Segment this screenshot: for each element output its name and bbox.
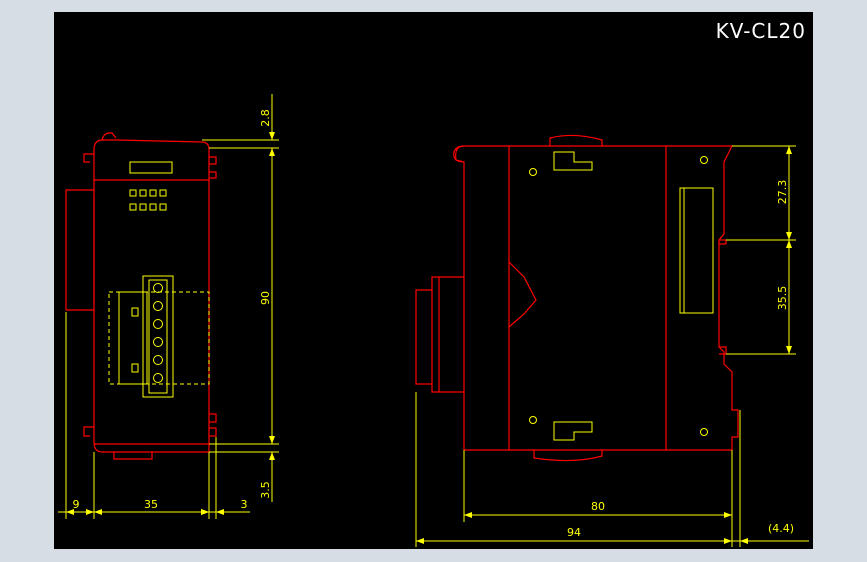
dim-height: 90: [259, 291, 272, 305]
side-view-bottom-foot: [113, 452, 153, 460]
side-view: 2.8 90 3.5 9 35 3: [58, 94, 279, 519]
front-view-horizontal-dimensions: 80 94 (4.4): [415, 392, 809, 547]
front-view-center-chevron: [508, 261, 537, 328]
side-view-right-tabs-top: [209, 156, 217, 179]
side-view-top-tab: [101, 132, 117, 141]
front-latch-bottom: [553, 421, 593, 441]
dim-left-offset: 9: [73, 498, 80, 511]
dim-rail-width: 35.5: [776, 286, 789, 311]
side-view-left-hook-bottom: [83, 426, 94, 437]
dim-top-offset: 2.8: [259, 109, 272, 127]
dim-width: 35: [144, 498, 158, 511]
dim-right-offset: 3: [241, 498, 248, 511]
front-view-connector: [415, 276, 464, 393]
front-view-top-notch: [549, 134, 603, 146]
front-view-vertical-dimensions: 27.3 35.5: [726, 145, 796, 355]
terminal-connector: [108, 275, 210, 398]
side-view-rail-clip: [65, 189, 94, 311]
dim-bottom-offset: 3.5: [259, 481, 272, 499]
front-view-rail-notch-top: [719, 239, 727, 245]
side-view-vertical-dimensions: 2.8 90 3.5: [202, 94, 279, 502]
front-view-bottom-notch: [533, 450, 603, 462]
side-view-right-tabs-bottom: [209, 413, 217, 437]
dim-total-depth: 94: [567, 526, 581, 539]
front-label-window: [679, 187, 714, 314]
dim-rail-offset: (4.4): [768, 522, 794, 535]
front-view-body-outline: [455, 145, 739, 451]
dim-depth: 80: [591, 500, 605, 513]
drawing-frame: KV-CL20 2.8 90 3.5 9 35 3 27.3 35.5 80 9…: [54, 12, 813, 549]
mounting-holes: [529, 156, 708, 436]
led-indicators: [129, 189, 167, 211]
side-view-left-hook-top: [83, 153, 94, 163]
drawing-title: KV-CL20: [716, 19, 806, 43]
cad-drawing: KV-CL20 2.8 90 3.5 9 35 3 27.3 35.5 80 9…: [58, 19, 809, 547]
side-view-body-outline: [93, 139, 210, 453]
dim-upper-rail: 27.3: [776, 180, 789, 205]
status-display-window: [129, 161, 173, 174]
front-latch-top: [553, 151, 593, 171]
front-view: 27.3 35.5 80 94 (4.4): [415, 134, 809, 547]
